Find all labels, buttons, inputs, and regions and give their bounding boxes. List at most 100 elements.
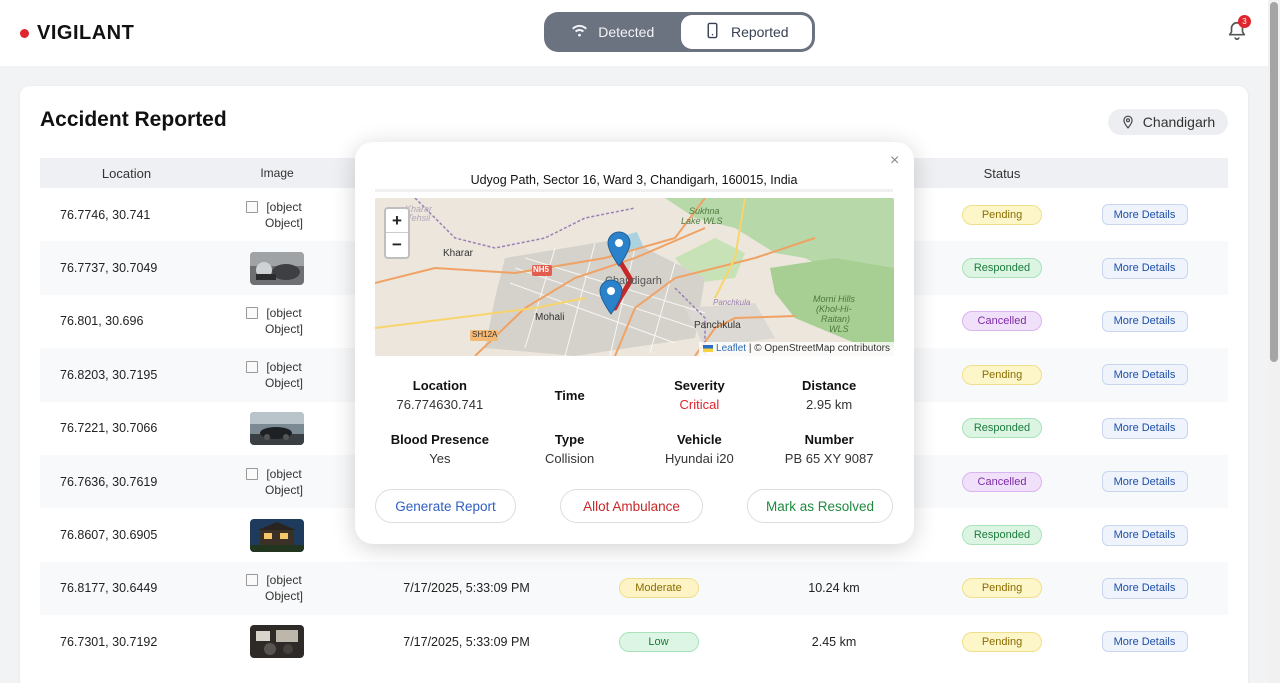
broken-image-icon	[246, 574, 258, 587]
severity-badge: Moderate	[618, 578, 699, 599]
map-label: Panchkula	[694, 320, 741, 331]
type-value: Collision	[545, 451, 595, 466]
zoom-out-button[interactable]: −	[386, 233, 408, 257]
status-badge: Cancelled	[962, 311, 1042, 332]
status-badge: Responded	[962, 525, 1042, 546]
type-label: Type	[554, 432, 585, 447]
accident-photo[interactable]	[250, 251, 304, 285]
allot-ambulance-button[interactable]: Allot Ambulance	[560, 489, 703, 523]
brand-name: VIGILANT	[37, 22, 135, 44]
broken-image-icon	[246, 467, 258, 480]
ukraine-flag-icon	[703, 344, 714, 352]
row-time: 7/17/2025, 5:33:09 PM	[403, 634, 530, 649]
city-selector[interactable]: Chandigarh	[1108, 109, 1228, 135]
status-badge: Pending	[962, 364, 1042, 385]
map-zoom-control: + −	[384, 207, 410, 259]
map-label: WLS	[829, 324, 849, 334]
map-marker-icon[interactable]	[599, 279, 623, 315]
accident-address: Udyog Path, Sector 16, Ward 3, Chandigar…	[375, 168, 893, 192]
city-name: Chandigarh	[1142, 114, 1216, 130]
row-location: 76.801, 30.696	[60, 314, 144, 329]
more-details-button[interactable]: More Details	[1101, 577, 1188, 599]
time-label: Time	[554, 388, 585, 403]
row-location: 76.7301, 30.7192	[60, 634, 158, 649]
top-bar: VIGILANT Detected Reported 3	[0, 0, 1268, 66]
more-details-button[interactable]: More Details	[1101, 471, 1188, 493]
status-badge: Responded	[962, 418, 1042, 439]
tab-reported[interactable]: Reported	[680, 15, 812, 49]
row-location: 76.7221, 30.7066	[60, 421, 158, 436]
location-pin-icon	[1123, 115, 1133, 129]
osm-attribution: | © OpenStreetMap contributors	[748, 343, 890, 354]
accident-photo[interactable]	[250, 518, 304, 552]
brand[interactable]: VIGILANT	[20, 22, 134, 45]
blood-presence-label: Blood Presence	[390, 432, 489, 447]
row-location: 76.7746, 30.741	[60, 207, 151, 222]
map-attribution: Leaflet | © OpenStreetMap contributors	[699, 342, 894, 356]
map-label: (Khol-Hi-	[816, 304, 852, 314]
scrollbar-thumb[interactable]	[1270, 2, 1278, 362]
mark-resolved-button[interactable]: Mark as Resolved	[747, 489, 893, 523]
image-alt-text: [object Object]	[264, 573, 303, 604]
map-label: Kharar	[443, 248, 474, 259]
map-label: Tehsil	[407, 213, 431, 223]
table-row: 76.8177, 30.6449 [object Object] 7/17/20…	[40, 561, 1228, 616]
map-label: Morni Hills	[813, 294, 856, 304]
accident-info: Location 76.774630.741 Time Severity Cri…	[375, 378, 894, 486]
status-badge: Cancelled	[962, 471, 1042, 492]
notification-badge: 3	[1238, 15, 1251, 28]
severity-badge: Low	[618, 631, 699, 652]
number-value: PB 65 XY 9087	[784, 451, 874, 466]
row-time: 7/17/2025, 5:33:09 PM	[403, 581, 530, 596]
broken-image-icon	[246, 200, 258, 213]
more-details-button[interactable]: More Details	[1101, 257, 1188, 279]
more-details-button[interactable]: More Details	[1101, 524, 1188, 546]
tab-detected[interactable]: Detected	[547, 15, 679, 49]
location-label: Location	[412, 378, 467, 393]
accident-photo[interactable]	[250, 411, 304, 445]
map-label: Panchkula	[713, 298, 751, 307]
row-location: 76.8203, 30.7195	[60, 367, 158, 382]
tab-reported-label: Reported	[730, 24, 789, 40]
zoom-in-button[interactable]: +	[386, 209, 408, 233]
distance-label: Distance	[802, 378, 857, 393]
map-label: Sukhna	[689, 206, 720, 216]
view-toggle: Detected Reported	[544, 12, 815, 52]
broken-image-icon	[246, 360, 258, 373]
more-details-button[interactable]: More Details	[1101, 631, 1188, 653]
map-marker-icon[interactable]	[607, 231, 631, 267]
table-row: 76.7301, 30.7192 7/17/2025, 5:33:09 PM L…	[40, 615, 1228, 668]
page-title: Accident Reported	[40, 108, 227, 131]
more-details-button[interactable]: More Details	[1101, 364, 1188, 386]
status-badge: Pending	[962, 631, 1042, 652]
map-label: Raitan)	[821, 314, 851, 324]
column-header-image: Image	[260, 166, 294, 180]
page-scrollbar[interactable]	[1268, 0, 1280, 683]
image-alt-text: [object Object]	[264, 466, 303, 497]
broken-image-icon	[246, 307, 258, 320]
generate-report-button[interactable]: Generate Report	[375, 489, 516, 523]
status-badge: Responded	[962, 258, 1042, 279]
location-value: 76.774630.741	[396, 397, 484, 412]
map-label: NH5	[533, 265, 550, 274]
number-label: Number	[804, 432, 854, 447]
accident-photo[interactable]	[250, 625, 304, 659]
row-location: 76.8177, 30.6449	[60, 581, 158, 596]
map-label: SH12A	[472, 330, 498, 339]
leaflet-link[interactable]: Leaflet	[716, 343, 746, 354]
image-alt-text: [object Object]	[264, 306, 303, 337]
route-map[interactable]: Kharar Tehsil Kharar NH5 Chandigarh Moha…	[375, 198, 894, 356]
modal-actions: Generate Report Allot Ambulance Mark as …	[375, 489, 893, 523]
row-image: [object Object]	[213, 199, 341, 231]
brand-dot	[20, 29, 29, 38]
phone-icon	[704, 22, 721, 42]
distance-value: 2.95 km	[806, 397, 853, 412]
more-details-button[interactable]: More Details	[1101, 417, 1188, 439]
row-distance: 10.24 km	[808, 581, 860, 596]
more-details-button[interactable]: More Details	[1101, 204, 1188, 226]
vehicle-label: Vehicle	[676, 432, 722, 447]
column-header-status: Status	[983, 165, 1021, 181]
more-details-button[interactable]: More Details	[1101, 310, 1188, 332]
map-label: Lake WLS	[681, 216, 723, 226]
row-location: 76.7737, 30.7049	[60, 261, 158, 276]
